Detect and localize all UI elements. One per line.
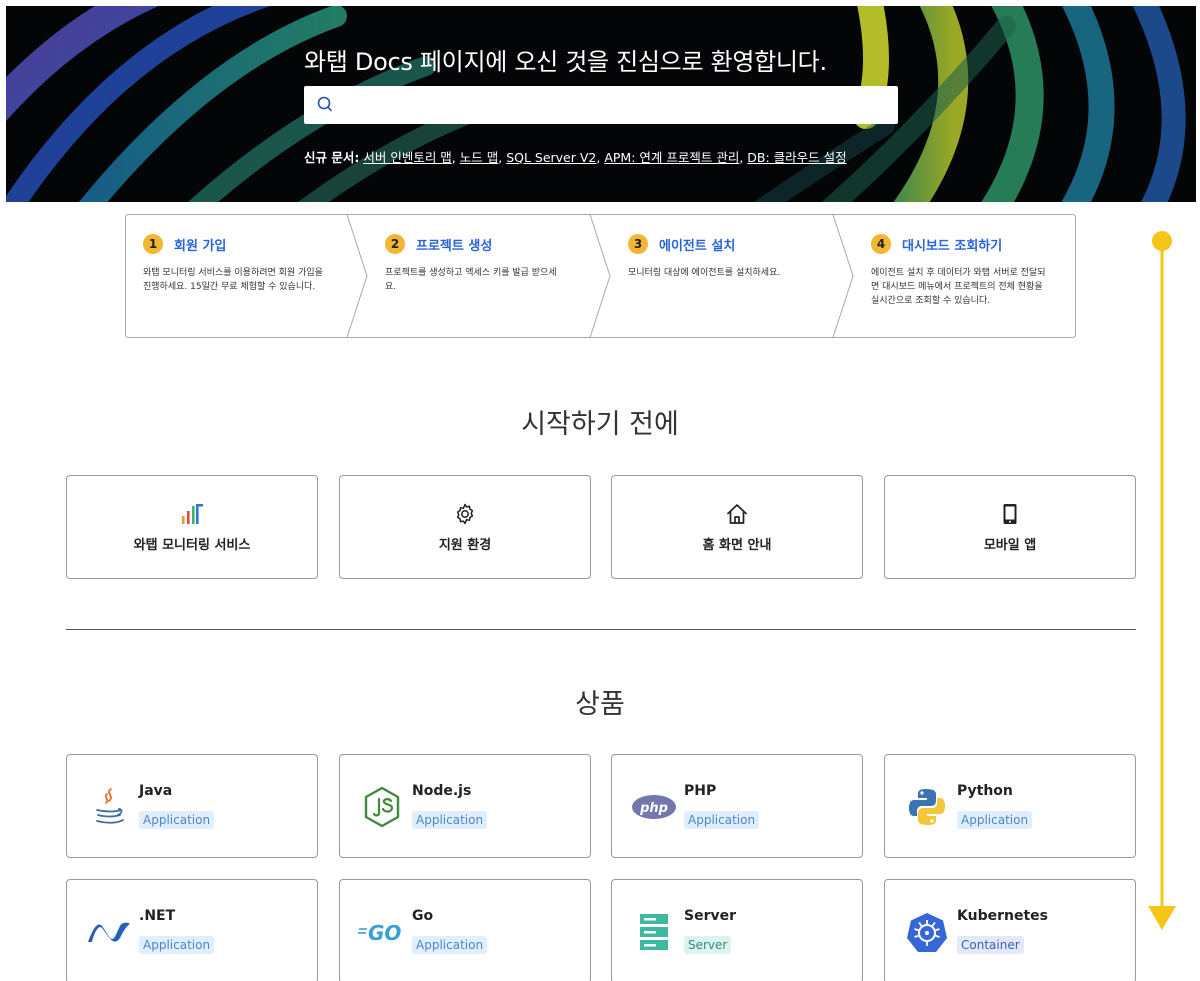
product-tag: Application xyxy=(139,936,215,954)
step-title[interactable]: 프로젝트 생성 xyxy=(416,235,492,254)
whatap-bars-icon xyxy=(182,504,203,524)
scroll-down-indicator xyxy=(1148,231,1176,930)
search-bar[interactable] xyxy=(304,86,898,124)
intro-card-label: 와탭 모니터링 서비스 xyxy=(133,538,251,553)
step-number: 3 xyxy=(628,234,648,254)
mobile-icon xyxy=(1003,504,1017,524)
step-description: 모니터링 대상에 에이전트를 설치하세요. xyxy=(628,268,781,278)
product-card-kubernetes[interactable]: Kubernetes Container xyxy=(884,879,1136,981)
gear-icon xyxy=(456,503,474,525)
step-sign-up[interactable]: 1 회원 가입 와탭 모니터링 서비스를 이용하려면 회원 가입을 진행하세요.… xyxy=(125,214,347,338)
step-number: 2 xyxy=(385,234,405,254)
kubernetes-icon xyxy=(903,908,951,956)
search-icon xyxy=(317,96,332,112)
intro-card-home-guide[interactable]: 홈 화면 안내 xyxy=(611,475,863,579)
new-doc-link-db-cloud[interactable]: DB: 클라우드 설정 xyxy=(747,150,846,165)
step-header: 1 회원 가입 xyxy=(143,234,226,254)
step-header: 4 대시보드 조회하기 xyxy=(871,234,1002,254)
section-title-before-start: 시작하기 전에 xyxy=(521,409,679,440)
step-title[interactable]: 회원 가입 xyxy=(174,235,226,254)
product-card-go[interactable]: GO Go Application xyxy=(339,879,591,981)
step-number: 1 xyxy=(143,234,163,254)
product-card-dotnet[interactable]: .NET Application xyxy=(66,879,318,981)
step-header: 2 프로젝트 생성 xyxy=(385,234,492,254)
intro-card-label: 홈 화면 안내 xyxy=(702,538,772,553)
product-tag: Application xyxy=(684,811,760,829)
product-tag: Application xyxy=(412,811,488,829)
step-description: 프로젝트를 생성하고 액세스 키를 발급 받으세요. xyxy=(385,268,557,292)
product-name: PHP xyxy=(684,783,717,799)
new-docs-label: 신규 문서: xyxy=(304,150,360,165)
product-name: Server xyxy=(684,908,737,924)
step-install-agent[interactable]: 3 에이전트 설치 모니터링 대상에 에이전트를 설치하세요. xyxy=(610,214,833,338)
product-card-java[interactable]: Java Application xyxy=(66,754,318,858)
step-header: 3 에이전트 설치 xyxy=(628,234,735,254)
getting-started-steps: 1 회원 가입 와탭 모니터링 서비스를 이용하려면 회원 가입을 진행하세요.… xyxy=(125,214,1076,338)
product-card-php[interactable]: php PHP Application xyxy=(611,754,863,858)
step-create-project[interactable]: 2 프로젝트 생성 프로젝트를 생성하고 액세스 키를 발급 받으세요. xyxy=(367,214,590,338)
java-icon xyxy=(85,783,133,831)
product-name: Java xyxy=(139,783,173,799)
step-description: 와탭 모니터링 서비스를 이용하려면 회원 가입을 진행하세요. 15일간 무료… xyxy=(143,268,323,292)
search-input[interactable] xyxy=(342,86,892,124)
product-name: Node.js xyxy=(412,783,472,799)
product-tag: Container xyxy=(957,936,1024,954)
product-tag: Application xyxy=(957,811,1033,829)
new-doc-link-apm-project[interactable]: APM: 연계 프로젝트 관리 xyxy=(604,150,739,165)
hero-title: 와탭 Docs 페이지에 오신 것을 진심으로 환영합니다. xyxy=(304,48,827,76)
product-tag: Server xyxy=(684,936,732,954)
intro-card-label: 모바일 앱 xyxy=(983,538,1037,553)
intro-card-label: 지원 환경 xyxy=(438,538,492,553)
svg-text:php: php xyxy=(639,801,668,816)
svg-text:GO: GO xyxy=(368,921,401,943)
product-tag: Application xyxy=(412,936,488,954)
product-name: Go xyxy=(412,908,434,924)
product-name: Kubernetes xyxy=(957,908,1048,924)
go-icon: GO xyxy=(358,908,406,956)
step-description: 에이전트 설치 후 데이터가 와탭 서버로 전달되면 대시보드 메뉴에서 프로젝… xyxy=(871,268,1046,306)
product-name: .NET xyxy=(139,908,176,924)
product-card-server[interactable]: Server Server xyxy=(611,879,863,981)
php-icon: php xyxy=(630,783,678,831)
product-card-nodejs[interactable]: Node.js Application xyxy=(339,754,591,858)
nodejs-icon xyxy=(358,783,406,831)
new-doc-link-sql-server[interactable]: SQL Server V2 xyxy=(506,150,596,165)
intro-card-monitoring-service[interactable]: 와탭 모니터링 서비스 xyxy=(66,475,318,579)
product-card-python[interactable]: Python Application xyxy=(884,754,1136,858)
python-icon xyxy=(903,783,951,831)
section-divider xyxy=(66,629,1136,630)
step-view-dashboard[interactable]: 4 대시보드 조회하기 에이전트 설치 후 데이터가 와탭 서버로 전달되면 대… xyxy=(853,214,1076,338)
product-tag: Application xyxy=(139,811,215,829)
step-number: 4 xyxy=(871,234,891,254)
server-icon xyxy=(630,908,678,956)
new-doc-link-server-inventory[interactable]: 서버 인벤토리 맵 xyxy=(363,150,451,165)
new-docs-line: 신규 문서: 서버 인벤토리 맵, 노드 맵, SQL Server V2, A… xyxy=(304,150,847,165)
section-title-products: 상품 xyxy=(575,689,625,720)
new-doc-link-node-map[interactable]: 노드 맵 xyxy=(460,150,498,165)
product-name: Python xyxy=(957,783,1013,799)
step-title[interactable]: 에이전트 설치 xyxy=(659,235,735,254)
hero-banner: 와탭 Docs 페이지에 오신 것을 진심으로 환영합니다. 신규 문서: 서버… xyxy=(6,6,1196,202)
intro-card-supported-env[interactable]: 지원 환경 xyxy=(339,475,591,579)
step-title[interactable]: 대시보드 조회하기 xyxy=(902,235,1002,254)
intro-card-mobile-app[interactable]: 모바일 앱 xyxy=(884,475,1136,579)
dotnet-icon xyxy=(85,908,133,956)
home-icon xyxy=(727,504,747,524)
